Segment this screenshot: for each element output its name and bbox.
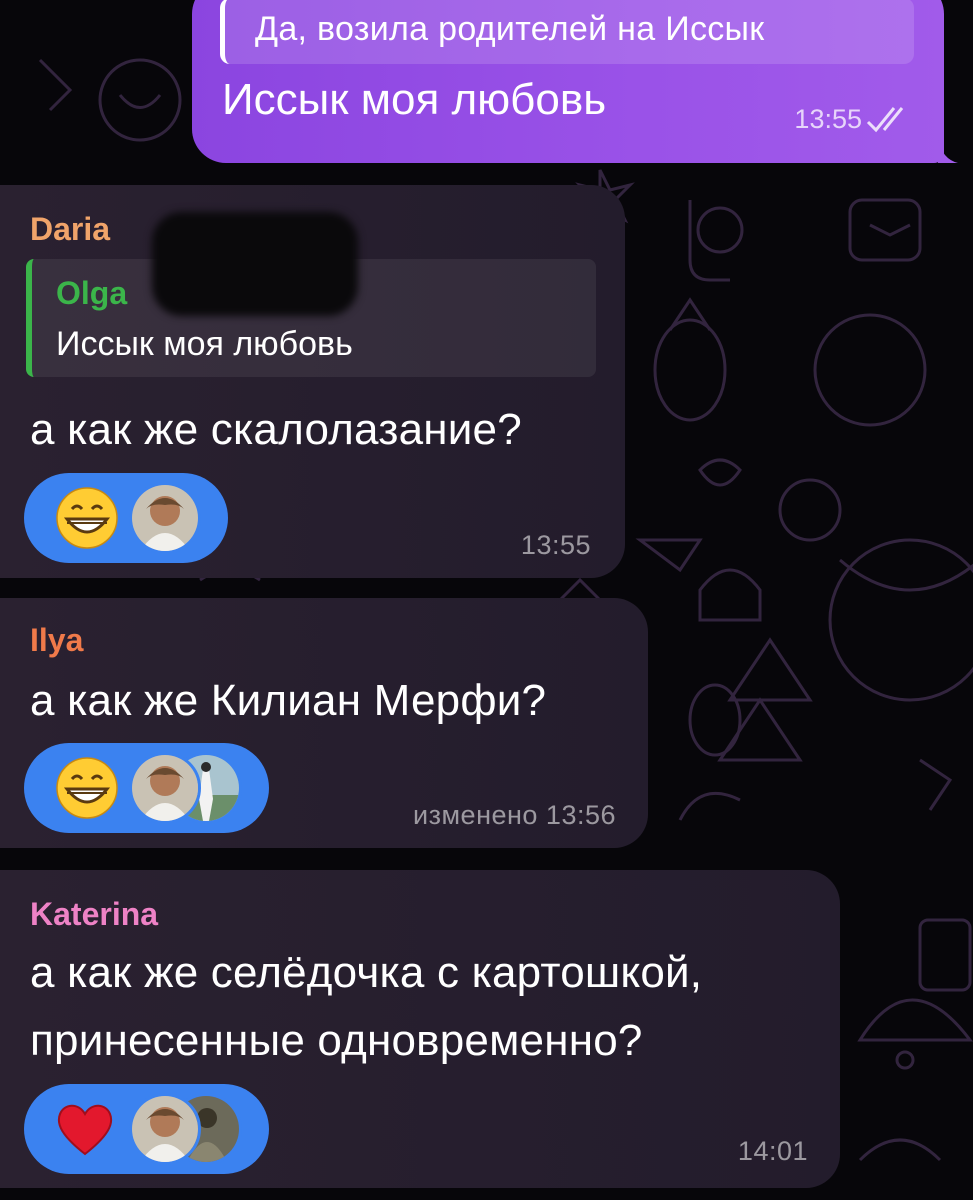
grinning-face-emoji (56, 487, 118, 549)
sender-name[interactable]: Ilya (30, 622, 83, 659)
incoming-message-bubble-ilya[interactable]: Ilya а как же Килиан Мерфи? изменено 13:… (0, 598, 648, 848)
avatar (129, 752, 201, 824)
outgoing-message-bubble[interactable]: Да, возила родителей на Иссык Иссык моя … (192, 0, 958, 163)
message-time: 14:01 (737, 1136, 808, 1166)
bubble-tail (938, 139, 958, 163)
reaction-pill[interactable] (24, 473, 228, 563)
reaction-pill[interactable] (24, 1084, 269, 1174)
sender-name[interactable]: Katerina (30, 896, 158, 933)
avatar (129, 482, 201, 554)
reply-preview[interactable]: Да, возила родителей на Иссык (220, 0, 914, 64)
quoted-text: Иссык моя любовь (56, 325, 353, 363)
red-heart-emoji (57, 1104, 113, 1156)
redacted-area (152, 212, 358, 316)
message-text: а как же скалолазание? (30, 405, 522, 454)
quoted-sender-name: Olga (56, 275, 128, 311)
message-time: 13:55 (794, 104, 862, 134)
message-text: Иссык моя любовь (222, 75, 607, 124)
grinning-face-emoji (56, 757, 118, 819)
sender-name[interactable]: Daria (30, 211, 110, 248)
message-time: 13:55 (520, 530, 591, 560)
avatar (129, 1093, 201, 1165)
double-check-icon (866, 107, 904, 133)
reaction-pill[interactable] (24, 743, 269, 833)
message-text-line-2: принесенные одновременно? (30, 1016, 643, 1065)
message-text: а как же Килиан Мерфи? (30, 676, 547, 725)
reply-preview-text: Да, возила родителей на Иссык (255, 10, 765, 48)
message-text-line-1: а как же селёдочка с картошкой, (30, 948, 703, 997)
message-time: изменено 13:56 (413, 800, 616, 830)
incoming-message-bubble-katerina[interactable]: Katerina а как же селёдочка с картошкой,… (0, 870, 840, 1188)
